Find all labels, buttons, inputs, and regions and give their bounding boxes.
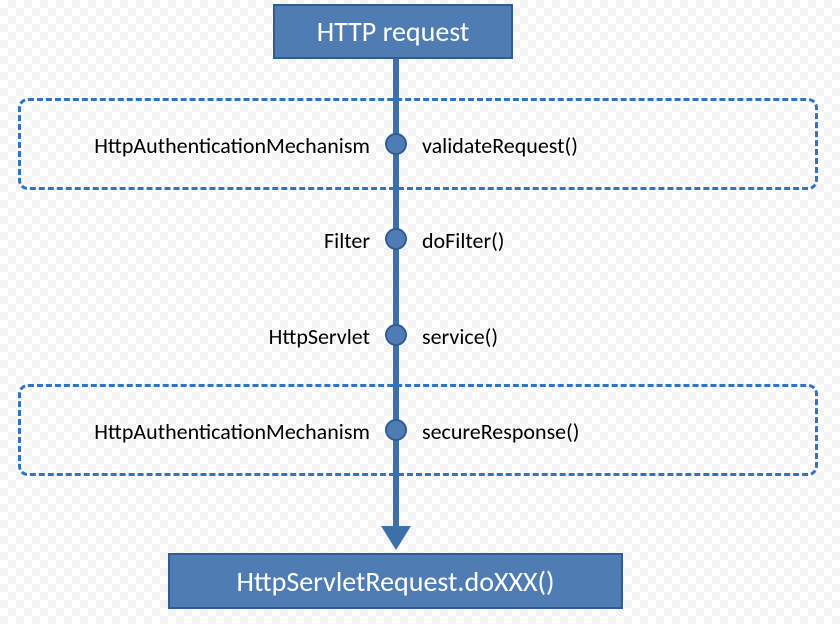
http-request-box: HTTP request (273, 4, 513, 59)
step-method: service() (422, 323, 802, 350)
step-dot-icon (385, 133, 407, 155)
flow-arrow-head-icon (381, 526, 411, 550)
servlet-request-label: HttpServletRequest.doXXX() (236, 564, 554, 599)
step-dot-icon (385, 228, 407, 250)
step-component: Filter (40, 227, 370, 254)
step-component: HttpAuthenticationMechanism (40, 418, 370, 445)
step-dot-icon (385, 324, 407, 346)
step-component: HttpAuthenticationMechanism (40, 132, 370, 159)
step-method: validateRequest() (422, 132, 802, 159)
step-dot-icon (385, 419, 407, 441)
step-component: HttpServlet (40, 323, 370, 350)
http-request-label: HTTP request (317, 14, 470, 49)
step-method: doFilter() (422, 227, 802, 254)
servlet-request-box: HttpServletRequest.doXXX() (168, 553, 623, 609)
step-method: secureResponse() (422, 418, 802, 445)
